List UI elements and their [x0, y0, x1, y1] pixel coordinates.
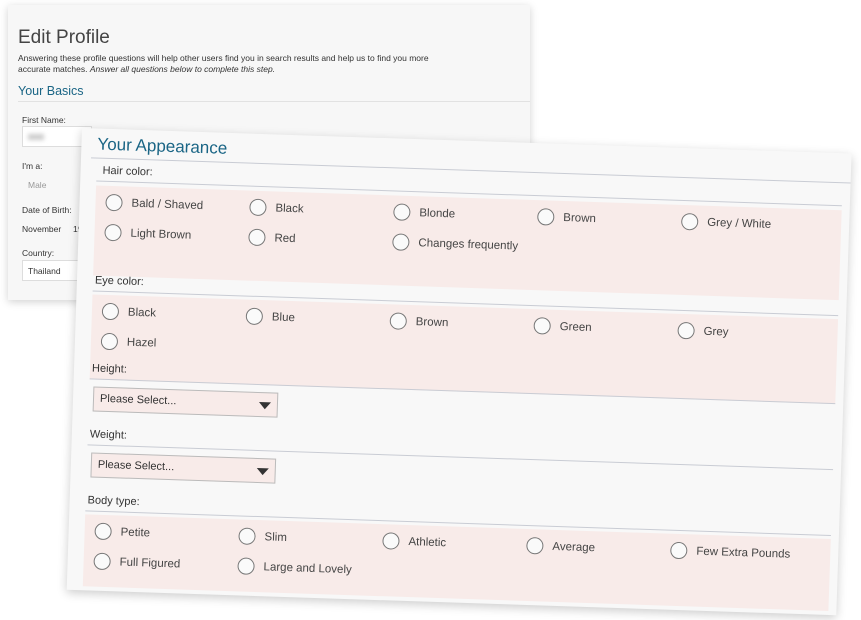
radio-option-black[interactable]: Black: [101, 302, 157, 322]
radio-circle-icon[interactable]: [104, 223, 122, 242]
radio-circle-icon[interactable]: [670, 541, 688, 560]
radio-option-red[interactable]: Red: [248, 228, 296, 248]
radio-circle-icon[interactable]: [237, 557, 255, 575]
divider: [18, 101, 530, 102]
radio-option-slim[interactable]: Slim: [238, 527, 287, 546]
page-title: Edit Profile: [18, 27, 110, 48]
eye-color-label: Eye color:: [94, 274, 145, 289]
body-type-label: Body type:: [87, 494, 140, 509]
radio-option-blue[interactable]: Blue: [245, 307, 296, 327]
radio-circle-icon[interactable]: [101, 302, 120, 321]
radio-option-petite[interactable]: Petite: [94, 522, 150, 542]
radio-circle-icon[interactable]: [105, 193, 123, 212]
radio-option-average[interactable]: Average: [526, 536, 595, 556]
radio-option-full-figured[interactable]: Full Figured: [93, 552, 181, 573]
country-label: Country:: [22, 248, 55, 258]
appearance-card: Your Appearance Hair color: Bald / Shave…: [66, 128, 852, 616]
radio-option-light-brown[interactable]: Light Brown: [104, 223, 191, 244]
basics-heading: Your Basics: [18, 84, 84, 98]
divider: [90, 157, 851, 184]
radio-circle-icon[interactable]: [389, 312, 408, 330]
blurred-name: [28, 134, 44, 140]
gender-value: Male: [28, 180, 47, 190]
caret-down-icon: [256, 467, 269, 476]
radio-option-large-and-lovely[interactable]: Large and Lovely: [237, 557, 352, 578]
radio-option-black[interactable]: Black: [249, 198, 304, 218]
radio-option-athletic[interactable]: Athletic: [382, 532, 446, 551]
radio-option-grey-white[interactable]: Grey / White: [680, 212, 771, 233]
radio-circle-icon[interactable]: [249, 198, 267, 217]
intro-text: Answering these profile questions will h…: [18, 53, 429, 74]
radio-circle-icon[interactable]: [238, 527, 256, 545]
radio-circle-icon[interactable]: [248, 228, 266, 247]
radio-option-brown[interactable]: Brown: [389, 312, 449, 331]
radio-circle-icon[interactable]: [526, 536, 544, 555]
hair-color-label: Hair color:: [102, 164, 153, 179]
radio-circle-icon[interactable]: [382, 532, 400, 550]
radio-circle-icon[interactable]: [537, 208, 555, 226]
radio-circle-icon[interactable]: [93, 552, 111, 571]
radio-circle-icon[interactable]: [245, 307, 264, 326]
caret-down-icon: [258, 402, 272, 410]
radio-circle-icon[interactable]: [533, 317, 551, 335]
body-type-options: Petite Slim Athletic Average Few Extra Pound…: [82, 514, 831, 612]
height-label: Height:: [91, 362, 128, 376]
radio-circle-icon[interactable]: [393, 203, 411, 221]
dob-month[interactable]: November: [22, 224, 61, 234]
radio-option-few-extra-pounds[interactable]: Few Extra Pounds: [670, 541, 790, 563]
dob-label: Date of Birth:: [22, 205, 72, 215]
radio-option-changes-frequently[interactable]: Changes frequently: [392, 233, 518, 254]
height-select[interactable]: Please Select...: [92, 386, 279, 418]
radio-circle-icon[interactable]: [392, 233, 410, 251]
appearance-heading: Your Appearance: [97, 134, 228, 158]
first-name-label: First Name:: [22, 115, 66, 125]
radio-option-blonde[interactable]: Blonde: [393, 203, 455, 222]
hair-color-options: Bald / Shaved Black Blonde Brown Grey / Whit…: [93, 185, 842, 301]
weight-select[interactable]: Please Select...: [90, 452, 277, 484]
radio-option-grey[interactable]: Grey: [677, 321, 729, 341]
radio-option-brown[interactable]: Brown: [537, 208, 596, 227]
im-a-label: I'm a:: [22, 161, 43, 171]
radio-circle-icon[interactable]: [677, 321, 695, 340]
radio-circle-icon[interactable]: [680, 212, 699, 231]
radio-option-bald-shaved[interactable]: Bald / Shaved: [105, 193, 203, 214]
weight-label: Weight:: [89, 428, 128, 442]
radio-circle-icon[interactable]: [100, 332, 119, 351]
radio-option-hazel[interactable]: Hazel: [100, 332, 157, 352]
radio-circle-icon[interactable]: [94, 522, 112, 541]
radio-option-green[interactable]: Green: [533, 317, 592, 336]
